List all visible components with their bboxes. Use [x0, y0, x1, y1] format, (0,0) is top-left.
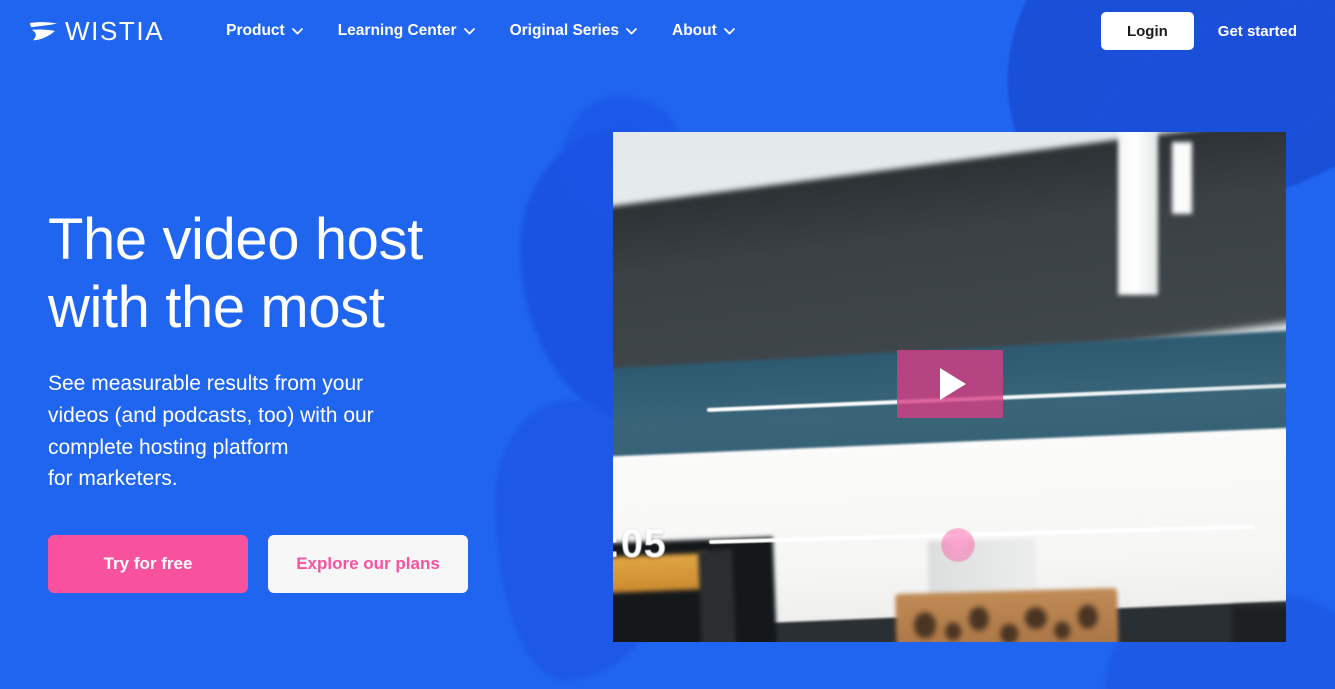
nav-item-product[interactable]: Product [226, 22, 303, 40]
nav-item-label: Original Series [509, 22, 619, 39]
chevron-down-icon [291, 27, 303, 35]
wistia-wordmark: WISTIA [65, 16, 165, 46]
nav-item-label: Product [226, 22, 285, 39]
nav-item-learning-center[interactable]: Learning Center [338, 22, 475, 40]
subhead-line-3: complete hosting platform [48, 435, 289, 459]
login-button[interactable]: Login [1100, 12, 1194, 50]
page-title: The video host with the most [48, 206, 600, 342]
site-header: WISTIA Product Learning Center Original … [0, 0, 1335, 62]
wistia-logo[interactable]: WISTIA [28, 18, 164, 44]
try-for-free-button[interactable]: Try for free [48, 535, 248, 594]
leopard-spot [944, 622, 961, 642]
headline-line-1: The video host [48, 207, 423, 272]
leopard-spot [913, 611, 936, 639]
get-started-button[interactable]: Get started [1204, 12, 1311, 50]
hero-cta-group: Try for free Explore our plans [48, 535, 600, 594]
video-scene-leopard-object [894, 587, 1119, 642]
chevron-down-icon [463, 27, 475, 35]
subhead-line-1: See measurable results from your [48, 371, 364, 395]
hero-section: The video host with the most See measura… [0, 62, 1335, 594]
leopard-spot [1024, 607, 1047, 630]
leopard-spot [1000, 623, 1019, 642]
nav-item-about[interactable]: About [672, 22, 735, 40]
hero-copy: The video host with the most See measura… [0, 62, 600, 594]
leopard-spot [1053, 621, 1070, 640]
wistia-wave-mark-icon [28, 19, 58, 43]
chevron-down-icon [723, 27, 735, 35]
header-actions: Login Get started [1100, 12, 1311, 50]
main-navigation: Product Learning Center Original Series [226, 22, 735, 40]
headline-line-2: with the most [48, 274, 385, 340]
landing-page: WISTIA Product Learning Center Original … [0, 0, 1335, 689]
video-scene-dark-corner [1232, 606, 1286, 642]
leopard-spot [1077, 604, 1098, 629]
chevron-down-icon [626, 27, 637, 35]
subhead-line-2: videos (and podcasts, too) with our [48, 403, 374, 427]
subhead-line-4: for marketers. [48, 467, 178, 491]
leopard-spot [968, 606, 990, 631]
nav-item-label: About [672, 22, 717, 39]
hero-subheading: See measurable results from your videos … [48, 368, 468, 496]
explore-plans-button[interactable]: Explore our plans [268, 535, 468, 594]
nav-item-label: Learning Center [337, 22, 457, 39]
nav-item-original-series[interactable]: Original Series [510, 22, 637, 40]
